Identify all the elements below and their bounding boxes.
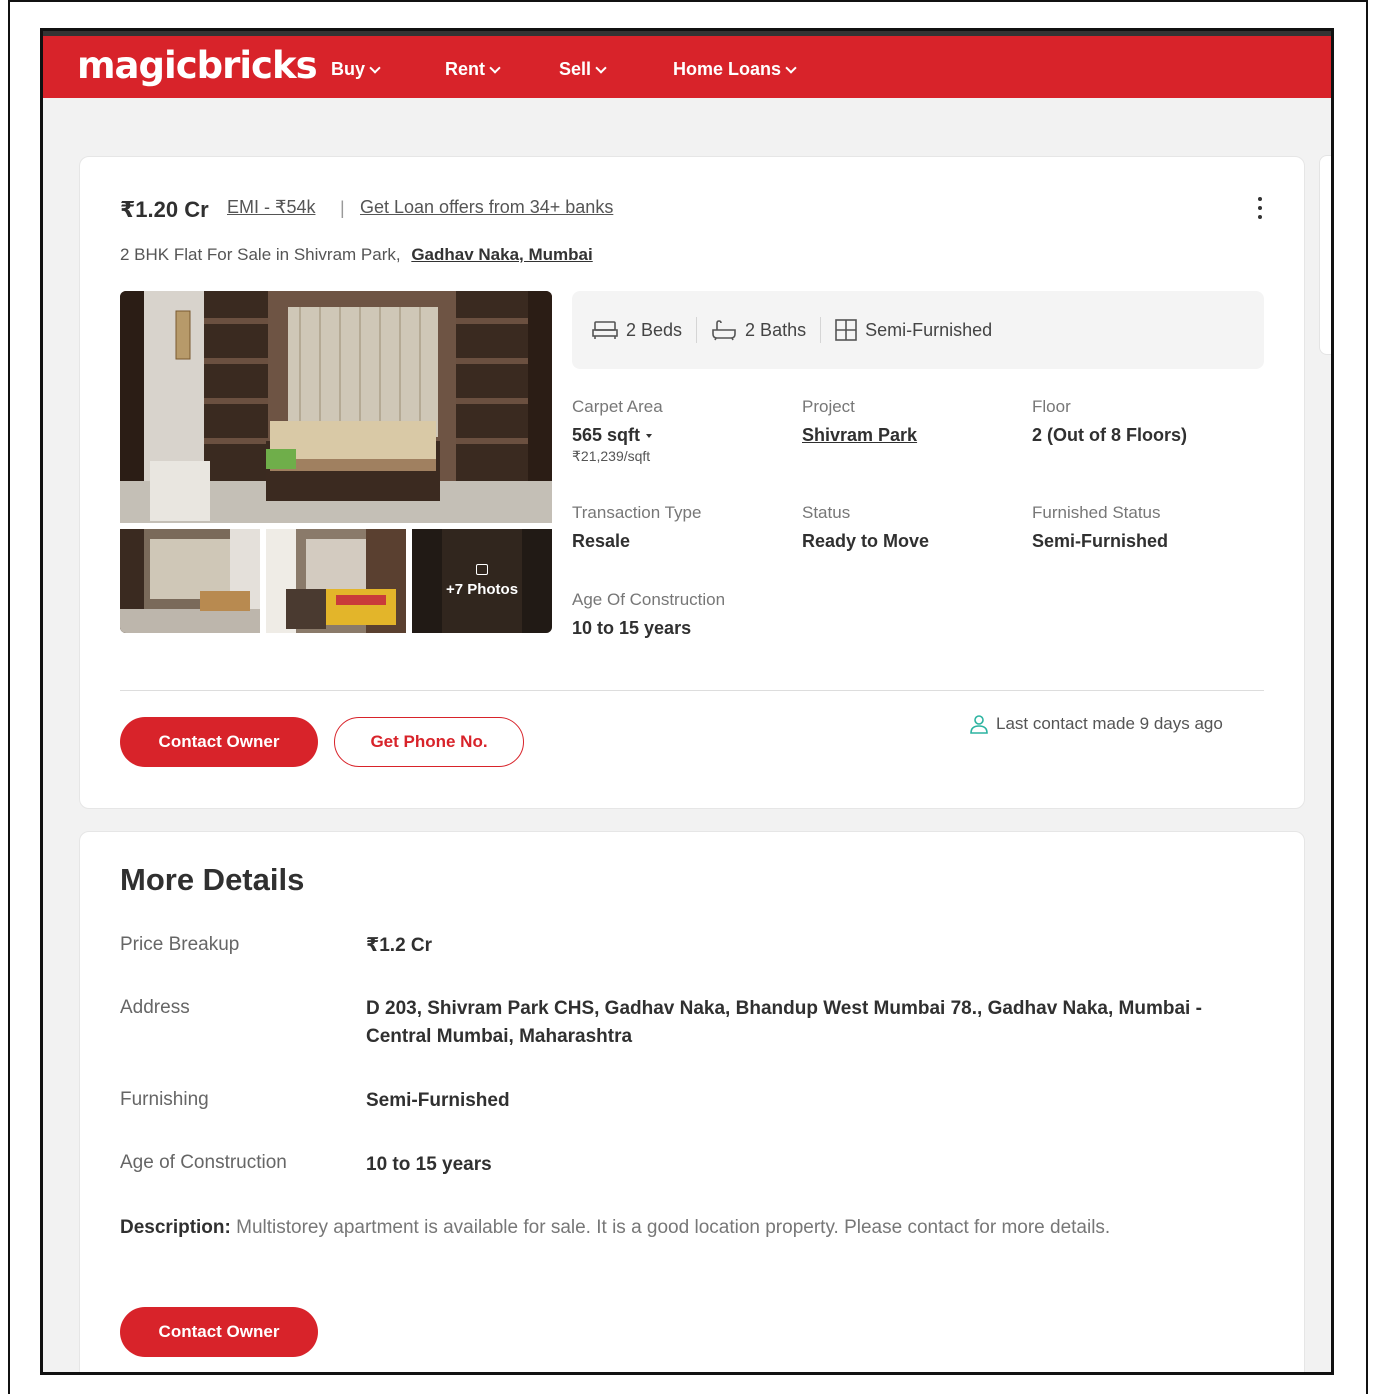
spec-label: Status	[802, 503, 851, 522]
more-options-icon[interactable]	[1256, 197, 1264, 219]
chevron-down-icon	[785, 61, 797, 74]
price-per-sqft: ₹21,239/sqft	[572, 448, 651, 464]
furnished-icon	[835, 319, 857, 341]
next-card-peek	[1319, 155, 1331, 355]
spec-label: Carpet Area	[572, 397, 663, 416]
feature-beds: 2 Beds	[592, 317, 698, 343]
property-title-text: 2 BHK Flat For Sale in Shivram Park,	[120, 245, 401, 264]
more-photos-overlay: +7 Photos	[412, 529, 552, 633]
emi-link[interactable]: EMI - ₹54k	[227, 197, 315, 218]
caret-down-icon	[646, 434, 653, 439]
spec-carpet-area: Carpet Area 565 sqft ₹21,239/sqft	[572, 397, 663, 465]
spec-label: Floor	[1032, 397, 1071, 416]
property-location-link[interactable]: Gadhav Naka, Mumbai	[411, 245, 592, 264]
features-summary: 2 Beds 2 Baths Semi-Furnished	[572, 291, 1264, 369]
last-contact-info: Last contact made 9 days ago	[970, 714, 1223, 734]
user-icon	[970, 715, 988, 734]
price-separator: |	[340, 198, 345, 218]
bed-icon	[592, 321, 618, 339]
detail-value: D 203, Shivram Park CHS, Gadhav Naka, Bh…	[366, 998, 1202, 1047]
project-link[interactable]: Shivram Park	[802, 425, 917, 446]
detail-label: Address	[120, 997, 190, 1018]
detail-label: Price Breakup	[120, 934, 240, 955]
contact-owner-button[interactable]: Contact Owner	[120, 717, 318, 767]
nav-buy[interactable]: Buy	[331, 59, 381, 80]
spec-furnished-status: Furnished Status Semi-Furnished	[1032, 503, 1168, 552]
spec-value: Resale	[572, 531, 631, 551]
top-navbar: magicbricks Buy Rent Sell Home Loans	[43, 31, 1331, 98]
beds-label: 2 Beds	[626, 319, 683, 340]
description-text: Multistorey apartment is available for s…	[236, 1217, 1111, 1238]
feature-baths: 2 Baths	[711, 317, 822, 343]
last-contact-text: Last contact made 9 days ago	[996, 714, 1223, 733]
property-price: ₹1.20 Cr	[120, 197, 209, 222]
baths-label: 2 Baths	[745, 319, 807, 340]
browser-viewport: magicbricks Buy Rent Sell Home Loans ₹1.…	[40, 28, 1334, 1375]
description-label: Description:	[120, 1217, 231, 1238]
photo-thumbnail[interactable]	[120, 529, 260, 633]
contact-owner-button-secondary[interactable]: Contact Owner	[120, 1307, 318, 1357]
spec-value: 10 to 15 years	[572, 618, 692, 638]
get-phone-button[interactable]: Get Phone No.	[334, 717, 524, 767]
spec-label: Age Of Construction	[572, 590, 726, 609]
card-divider	[120, 690, 1264, 691]
nav-rent-label: Rent	[445, 59, 485, 79]
property-description: Description: Multistorey apartment is av…	[120, 1212, 1240, 1243]
more-photos-label: +7 Photos	[445, 581, 519, 598]
detail-label: Furnishing	[120, 1089, 209, 1110]
spec-value: 2 (Out of 8 Floors)	[1032, 425, 1187, 445]
detail-label: Age of Construction	[120, 1152, 287, 1173]
furnishing-label: Semi-Furnished	[865, 319, 993, 340]
spec-value: Ready to Move	[802, 531, 930, 551]
more-photos-thumbnail[interactable]: +7 Photos	[412, 529, 552, 633]
spec-label: Furnished Status	[1032, 503, 1161, 522]
nav-rent[interactable]: Rent	[445, 59, 501, 80]
property-title: 2 BHK Flat For Sale in Shivram Park, Gad…	[120, 245, 593, 265]
loan-offers-link[interactable]: Get Loan offers from 34+ banks	[360, 197, 613, 218]
image-icon	[476, 564, 488, 575]
nav-sell-label: Sell	[559, 59, 592, 79]
spec-value: Semi-Furnished	[1032, 531, 1169, 551]
main-property-photo[interactable]	[120, 291, 552, 523]
spec-value[interactable]: 565 sqft	[572, 425, 663, 446]
photo-thumbnail[interactable]	[266, 529, 406, 633]
chevron-down-icon	[369, 61, 381, 74]
nav-buy-label: Buy	[331, 59, 366, 79]
spec-label: Transaction Type	[572, 503, 702, 522]
detail-value: Semi-Furnished	[366, 1090, 510, 1111]
more-details-card: More Details Price Breakup ₹1.2 Cr Addre…	[79, 831, 1305, 1372]
detail-value: ₹1.2 Cr	[366, 935, 433, 956]
nav-home-loans-label: Home Loans	[673, 59, 782, 79]
nav-sell[interactable]: Sell	[559, 59, 607, 80]
spec-status: Status Ready to Move	[802, 503, 929, 552]
magicbricks-logo[interactable]: magicbricks	[77, 44, 318, 87]
property-card: ₹1.20 Cr EMI - ₹54k | Get Loan offers fr…	[79, 156, 1305, 809]
bath-icon	[712, 320, 736, 341]
detail-value: 10 to 15 years	[366, 1154, 492, 1175]
spec-project: Project Shivram Park	[802, 397, 917, 446]
chevron-down-icon	[595, 61, 607, 74]
feature-furnishing: Semi-Furnished	[835, 317, 1006, 343]
more-details-title: More Details	[120, 862, 305, 897]
nav-home-loans[interactable]: Home Loans	[673, 59, 797, 80]
spec-floor: Floor 2 (Out of 8 Floors)	[1032, 397, 1187, 446]
spec-age-of-construction: Age Of Construction 10 to 15 years	[572, 590, 725, 639]
spec-transaction-type: Transaction Type Resale	[572, 503, 701, 552]
spec-label: Project	[802, 397, 855, 416]
chevron-down-icon	[489, 61, 501, 74]
